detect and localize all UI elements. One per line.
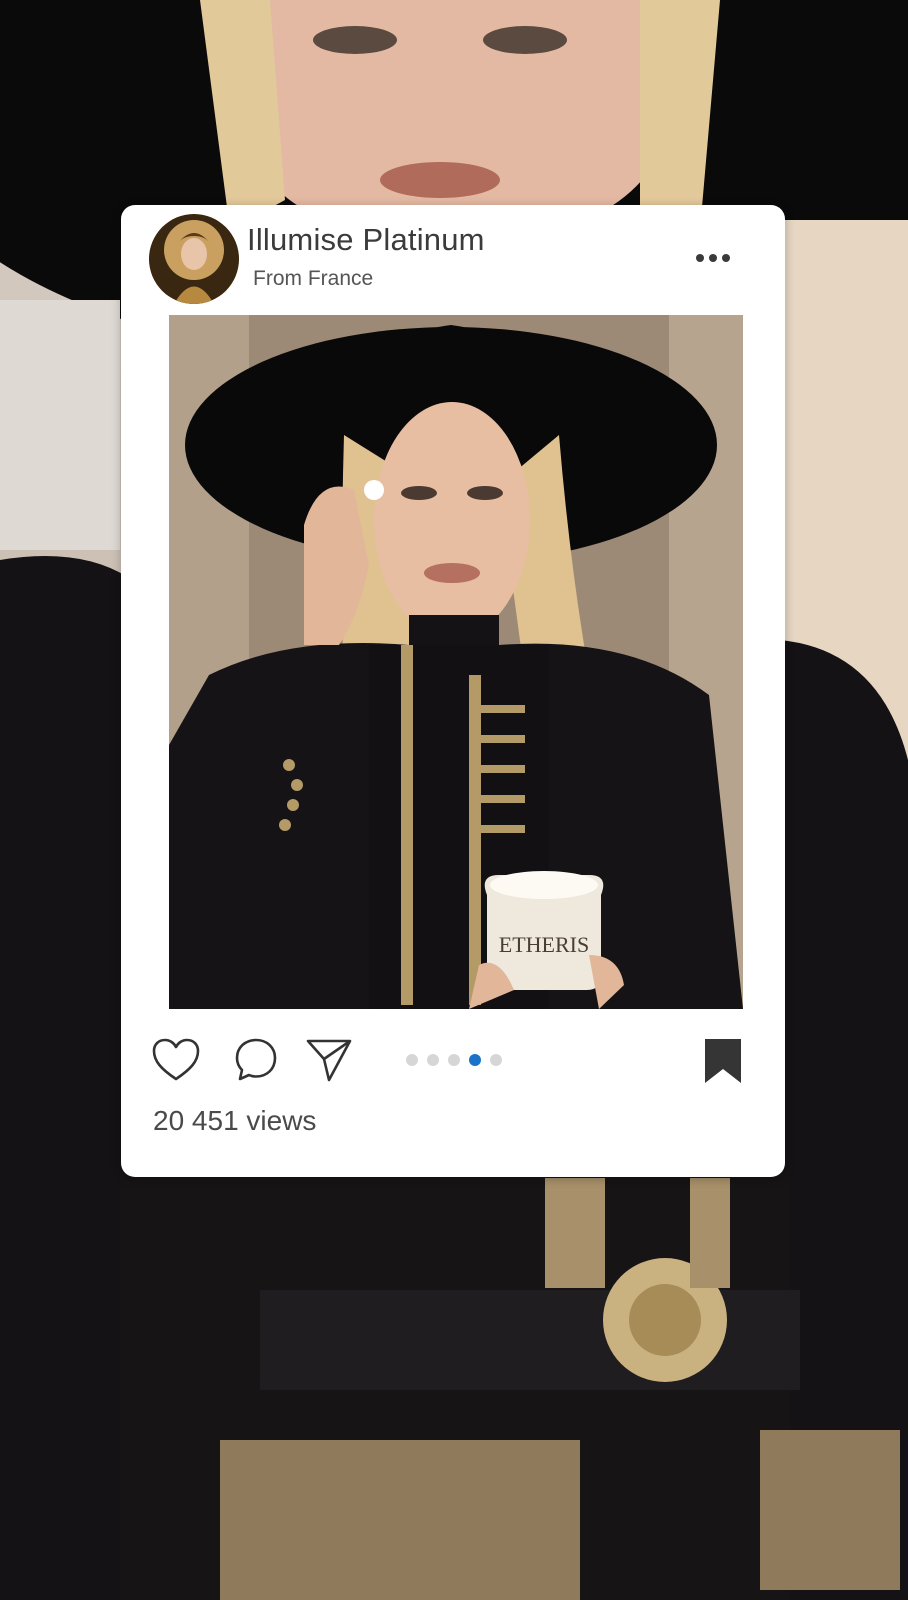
views-count: 20 451 views — [153, 1105, 317, 1136]
post-card: Illumise Platinum From France ETHERIS 20… — [121, 205, 785, 1177]
account-location: From France — [253, 267, 374, 290]
comment-button[interactable] — [233, 1037, 279, 1083]
carousel-dot — [490, 1054, 502, 1066]
more-horizontal-icon — [722, 254, 730, 262]
account-name[interactable]: Illumise Platinum — [247, 222, 485, 258]
more-options-button[interactable] — [689, 243, 737, 273]
post-photo-illustration: ETHERIS — [169, 315, 743, 1009]
post-image[interactable]: ETHERIS — [169, 315, 743, 1009]
product-label: ETHERIS — [499, 932, 589, 957]
avatar-portrait — [149, 214, 239, 304]
heart-icon — [152, 1038, 200, 1081]
carousel-dot-active — [469, 1054, 481, 1066]
send-paper-plane-icon — [306, 1039, 352, 1082]
bookmark-button[interactable] — [701, 1037, 745, 1085]
carousel-dot — [406, 1054, 418, 1066]
carousel-dot — [427, 1054, 439, 1066]
carousel-indicator — [406, 1054, 502, 1066]
more-horizontal-icon — [696, 254, 704, 262]
post-header: Illumise Platinum From France — [121, 205, 785, 315]
share-button[interactable] — [305, 1037, 353, 1083]
more-horizontal-icon — [709, 254, 717, 262]
carousel-dot — [448, 1054, 460, 1066]
like-button[interactable] — [151, 1037, 201, 1083]
comment-bubble-icon — [235, 1038, 277, 1081]
post-actions — [121, 1015, 785, 1093]
avatar[interactable] — [149, 214, 239, 304]
bookmark-icon — [705, 1039, 741, 1083]
